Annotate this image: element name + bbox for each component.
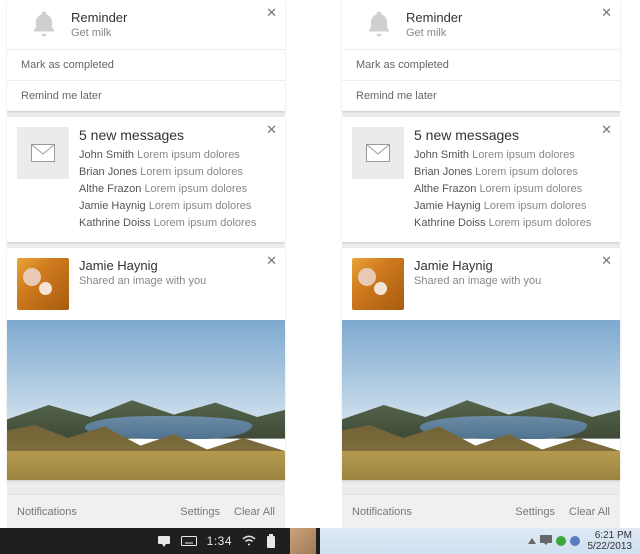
message-row: Jamie Haynig Lorem ipsum dolores xyxy=(414,198,608,215)
wifi-icon[interactable] xyxy=(242,535,256,547)
share-subtitle: Shared an image with you xyxy=(79,275,206,287)
tray-overflow-icon[interactable] xyxy=(528,538,536,544)
mail-icon xyxy=(352,127,404,179)
message-row: Kathrine Doiss Lorem ipsum dolores xyxy=(79,215,273,232)
status-icon[interactable] xyxy=(556,536,566,546)
avatar xyxy=(352,258,404,310)
message-row: John Smith Lorem ipsum dolores xyxy=(79,147,273,164)
clear-all-button[interactable]: Clear All xyxy=(569,506,610,518)
keyboard-icon[interactable] xyxy=(181,536,197,546)
bell-icon xyxy=(352,8,406,39)
notification-center-chromeos: ✕ Reminder Get milk Mark as completed Re… xyxy=(7,0,285,528)
notifications-label: Notifications xyxy=(17,506,77,518)
messages-card[interactable]: ✕ 5 new messages John Smith Lorem ipsum … xyxy=(342,117,620,242)
notification-center-windows: ✕ Reminder Get milk Mark as completed Re… xyxy=(342,0,620,528)
settings-button[interactable]: Settings xyxy=(515,506,555,518)
share-name: Jamie Haynig xyxy=(414,258,541,273)
taskbar-clock[interactable]: 1:34 xyxy=(207,534,232,548)
bell-icon xyxy=(17,8,71,39)
reminder-title: Reminder xyxy=(406,10,610,25)
message-row: Brian Jones Lorem ipsum dolores xyxy=(414,164,608,181)
image-share-card[interactable]: ✕ Jamie Haynig Shared an image with you xyxy=(342,248,620,480)
battery-icon[interactable] xyxy=(266,534,276,548)
taskbar-clock[interactable]: 6:21 PM 5/22/2013 xyxy=(588,530,633,552)
panel-footer: Notifications Settings Clear All xyxy=(342,494,620,528)
notifications-tray-icon[interactable] xyxy=(157,535,171,547)
system-tray[interactable] xyxy=(528,535,580,548)
notification-list: ✕ Reminder Get milk Mark as completed Re… xyxy=(342,0,620,494)
close-icon[interactable]: ✕ xyxy=(266,123,277,136)
image-share-card[interactable]: ✕ Jamie Haynig Shared an image with you xyxy=(7,248,285,480)
mark-completed-button[interactable]: Mark as completed xyxy=(7,50,285,81)
notification-list: ✕ Reminder Get milk Mark as completed Re… xyxy=(7,0,285,494)
close-icon[interactable]: ✕ xyxy=(601,6,612,19)
close-icon[interactable]: ✕ xyxy=(601,254,612,267)
messages-card[interactable]: ✕ 5 new messages John Smith Lorem ipsum … xyxy=(7,117,285,242)
status-icon[interactable] xyxy=(570,536,580,546)
reminder-card: ✕ Reminder Get milk Mark as completed Re… xyxy=(342,0,620,111)
messages-title: 5 new messages xyxy=(79,127,273,143)
shared-image xyxy=(342,320,620,480)
remind-later-button[interactable]: Remind me later xyxy=(342,81,620,111)
message-row: Jamie Haynig Lorem ipsum dolores xyxy=(79,198,273,215)
taskbar-chromeos[interactable]: 1:34 xyxy=(0,528,320,554)
message-row: Brian Jones Lorem ipsum dolores xyxy=(79,164,273,181)
close-icon[interactable]: ✕ xyxy=(601,123,612,136)
reminder-subtitle: Get milk xyxy=(406,27,610,39)
remind-later-button[interactable]: Remind me later xyxy=(7,81,285,111)
user-avatar[interactable] xyxy=(290,528,316,554)
taskbar-windows[interactable]: 6:21 PM 5/22/2013 xyxy=(320,528,640,554)
reminder-card: ✕ Reminder Get milk Mark as completed Re… xyxy=(7,0,285,111)
notifications-label: Notifications xyxy=(352,506,412,518)
shared-image xyxy=(7,320,285,480)
messages-title: 5 new messages xyxy=(414,127,608,143)
share-subtitle: Shared an image with you xyxy=(414,275,541,287)
message-row: Althe Frazon Lorem ipsum dolores xyxy=(414,181,608,198)
mark-completed-button[interactable]: Mark as completed xyxy=(342,50,620,81)
reminder-subtitle: Get milk xyxy=(71,27,275,39)
reminder-title: Reminder xyxy=(71,10,275,25)
close-icon[interactable]: ✕ xyxy=(266,254,277,267)
avatar xyxy=(17,258,69,310)
message-row: Althe Frazon Lorem ipsum dolores xyxy=(79,181,273,198)
settings-button[interactable]: Settings xyxy=(180,506,220,518)
clear-all-button[interactable]: Clear All xyxy=(234,506,275,518)
notifications-tray-icon[interactable] xyxy=(540,535,552,548)
close-icon[interactable]: ✕ xyxy=(266,6,277,19)
share-name: Jamie Haynig xyxy=(79,258,206,273)
message-row: Kathrine Doiss Lorem ipsum dolores xyxy=(414,215,608,232)
message-row: John Smith Lorem ipsum dolores xyxy=(414,147,608,164)
panel-footer: Notifications Settings Clear All xyxy=(7,494,285,528)
mail-icon xyxy=(17,127,69,179)
